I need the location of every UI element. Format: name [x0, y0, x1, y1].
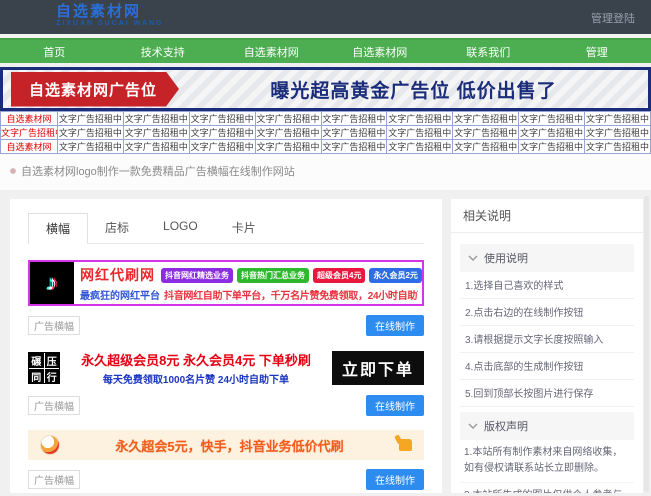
- text-ad-link[interactable]: 文字广告招租中: [58, 140, 124, 154]
- mascot-icon: [40, 435, 60, 455]
- text-ad-link[interactable]: 文字广告招租中: [585, 140, 651, 154]
- make-online-button[interactable]: 在线制作: [366, 469, 424, 490]
- breadcrumb: 自选素材网logo制作一款免费精品广告横幅在线制作网站: [0, 154, 651, 190]
- text-ad-link[interactable]: 自选素材网: [1, 140, 58, 154]
- text-ad-link[interactable]: 文字广告招租中: [321, 140, 387, 154]
- text-ads-table: 自选素材网 文字广告招租中 文字广告招租中 文字广告招租中 文字广告招租中 文字…: [0, 111, 651, 154]
- promo-ad-banner[interactable]: 自选素材网广告位 曝光超高黄金广告位 低价出售了: [0, 67, 651, 111]
- text-ad-link[interactable]: 文字广告招租中: [453, 126, 519, 140]
- text-ads-row: 自选素材网 文字广告招租中 文字广告招租中 文字广告招租中 文字广告招租中 文字…: [1, 112, 651, 126]
- text-ad-link[interactable]: 文字广告招租中: [255, 112, 321, 126]
- tab-shop-logo[interactable]: 店标: [88, 213, 146, 244]
- nav-item-manage[interactable]: 管理: [543, 44, 651, 60]
- text-ad-link[interactable]: 文字广告招租中: [255, 126, 321, 140]
- banner2-subline: 每天免费领取1000名片赞 24小时自助下单: [70, 371, 322, 386]
- tab-banner[interactable]: 横幅: [28, 213, 88, 244]
- banner-preview-orange: 永久超会5元，快手，抖音业务低价代刷: [28, 430, 424, 460]
- tab-card[interactable]: 卡片: [215, 213, 273, 244]
- banner1-tagline: 最疯狂的网红平台: [80, 287, 160, 302]
- site-logo-subtitle: ZIXUAN SUCAI WANG: [56, 20, 164, 27]
- text-ad-link[interactable]: 文字广告招租中: [123, 126, 189, 140]
- site-logo-title: 自选素材网: [56, 4, 164, 20]
- breadcrumb-icon: [10, 168, 16, 174]
- banner-preview-tiktok: ♪ 网红代刷网 抖音网红精选业务 抖音热门汇总业务 超级会员4元 永久会员2元 …: [28, 260, 424, 306]
- text-ad-link[interactable]: 文字广告招租中: [58, 112, 124, 126]
- text-ads-row: 自选素材网 文字广告招租中 文字广告招租中 文字广告招租中 文字广告招租中 文字…: [1, 140, 651, 154]
- chevron-down-icon: [468, 423, 478, 429]
- banner1-text: 抖音网红自助下单平台，千万名片赞免费领取，24小时自助下单！: [164, 287, 418, 302]
- banner2-headline: 永久超级会员8元 永久会员4元 下单秒刷: [70, 350, 322, 369]
- tab-logo[interactable]: LOGO: [146, 213, 215, 244]
- site-logo[interactable]: 自选素材网 ZIXUAN SUCAI WANG: [56, 4, 164, 27]
- sidebar-title: 相关说明: [451, 199, 643, 233]
- chevron-down-icon: [468, 255, 478, 261]
- top-header: 自选素材网 ZIXUAN SUCAI WANG 管理登陆: [0, 0, 651, 34]
- banner1-brand: 网红代刷网: [80, 265, 155, 285]
- promo-ribbon: 自选素材网广告位: [11, 72, 179, 107]
- nav-item-home[interactable]: 首页: [0, 44, 109, 60]
- usage-step: 1.选择自己喜欢的样式: [460, 272, 634, 299]
- crush-rivals-logo: 碾 压 同 行: [28, 352, 60, 384]
- nav-item-support[interactable]: 技术支持: [109, 44, 218, 60]
- banner1-pill: 超级会员4元: [313, 268, 365, 283]
- text-ad-link[interactable]: 文字广告招租中: [189, 140, 255, 154]
- text-ad-link[interactable]: 文字广告招租中: [1, 126, 58, 140]
- ad-type-label: 广告横幅: [28, 396, 80, 415]
- sidebar-card: 相关说明 使用说明 1.选择自己喜欢的样式 2.点击右边的在线制作按钮 3.请根…: [451, 199, 643, 493]
- scrollbar[interactable]: [644, 196, 649, 492]
- text-ad-link[interactable]: 文字广告招租中: [58, 126, 124, 140]
- text-ad-link[interactable]: 文字广告招租中: [519, 126, 585, 140]
- content-card: 横幅 店标 LOGO 卡片 ♪ 网红代刷网 抖音网红精选业务 抖音热门汇总业务 …: [10, 199, 442, 493]
- usage-step: 5.回到顶部长按图片进行保存: [460, 380, 634, 407]
- nav-item-material-1[interactable]: 自选素材网: [217, 44, 326, 60]
- text-ad-link[interactable]: 文字广告招租中: [189, 112, 255, 126]
- category-tabs: 横幅 店标 LOGO 卡片: [28, 213, 424, 244]
- ad-type-label: 广告横幅: [28, 470, 80, 489]
- order-now-block: 立即下单: [332, 351, 424, 385]
- text-ad-link[interactable]: 文字广告招租中: [453, 112, 519, 126]
- section-usage-toggle[interactable]: 使用说明: [460, 244, 634, 272]
- text-ad-link[interactable]: 自选素材网: [1, 112, 58, 126]
- text-ad-link[interactable]: 文字广告招租中: [387, 140, 453, 154]
- text-ad-link[interactable]: 文字广告招租中: [123, 112, 189, 126]
- copyright-paragraph: 1.本站所有制作素材来自网络收集，如有侵权请联系站长立即删除。: [460, 440, 634, 483]
- text-ad-link[interactable]: 文字广告招租中: [123, 140, 189, 154]
- banner3-text: 永久超会5元，快手，抖音业务低价代刷: [70, 436, 389, 455]
- promo-headline: 曝光超高黄金广告位 低价出售了: [179, 76, 648, 103]
- text-ad-link[interactable]: 文字广告招租中: [585, 126, 651, 140]
- admin-login-link[interactable]: 管理登陆: [591, 10, 635, 26]
- copyright-paragraph: 2.本站所生成的图片仅供个人参考与使用，请勿用于其他非法用途或者商业用途否则后果…: [460, 483, 634, 493]
- section-copyright-toggle[interactable]: 版权声明: [460, 412, 634, 440]
- main-area: 横幅 店标 LOGO 卡片 ♪ 网红代刷网 抖音网红精选业务 抖音热门汇总业务 …: [0, 190, 651, 493]
- text-ad-link[interactable]: 文字广告招租中: [321, 112, 387, 126]
- text-ad-link[interactable]: 文字广告招租中: [519, 112, 585, 126]
- text-ad-link[interactable]: 文字广告招租中: [387, 126, 453, 140]
- text-ad-link[interactable]: 文字广告招租中: [585, 112, 651, 126]
- page-title: 自选素材网logo制作一款免费精品广告横幅在线制作网站: [21, 163, 295, 179]
- text-ad-link[interactable]: 文字广告招租中: [519, 140, 585, 154]
- nav-item-material-2[interactable]: 自选素材网: [326, 44, 435, 60]
- text-ads-row: 文字广告招租中 文字广告招租中 文字广告招租中 文字广告招租中 文字广告招租中 …: [1, 126, 651, 140]
- make-online-button[interactable]: 在线制作: [366, 315, 424, 336]
- usage-step: 4.点击底部的生成制作按钮: [460, 353, 634, 380]
- text-ad-link[interactable]: 文字广告招租中: [453, 140, 519, 154]
- nav-item-contact[interactable]: 联系我们: [434, 44, 543, 60]
- tiktok-icon: ♪: [30, 262, 74, 304]
- usage-step: 3.请根据提示文字长度按照输入: [460, 326, 634, 353]
- main-nav: 首页 技术支持 自选素材网 自选素材网 联系我们 管理: [0, 38, 651, 63]
- usage-step: 2.点击右边的在线制作按钮: [460, 299, 634, 326]
- banner-preview-member: 碾 压 同 行 永久超级会员8元 永久会员4元 下单秒刷 每天免费领取1000名…: [28, 350, 424, 386]
- text-ad-link[interactable]: 文字广告招租中: [255, 140, 321, 154]
- text-ad-link[interactable]: 文字广告招租中: [387, 112, 453, 126]
- text-ad-link[interactable]: 文字广告招租中: [189, 126, 255, 140]
- ad-type-label: 广告横幅: [28, 316, 80, 335]
- banner1-pill: 永久会员2元: [369, 268, 421, 283]
- make-online-button[interactable]: 在线制作: [366, 395, 424, 416]
- banner1-pill: 抖音网红精选业务: [161, 268, 233, 283]
- text-ad-link[interactable]: 文字广告招租中: [321, 126, 387, 140]
- thumbs-up-icon: [399, 439, 412, 451]
- banner1-pill: 抖音热门汇总业务: [237, 268, 309, 283]
